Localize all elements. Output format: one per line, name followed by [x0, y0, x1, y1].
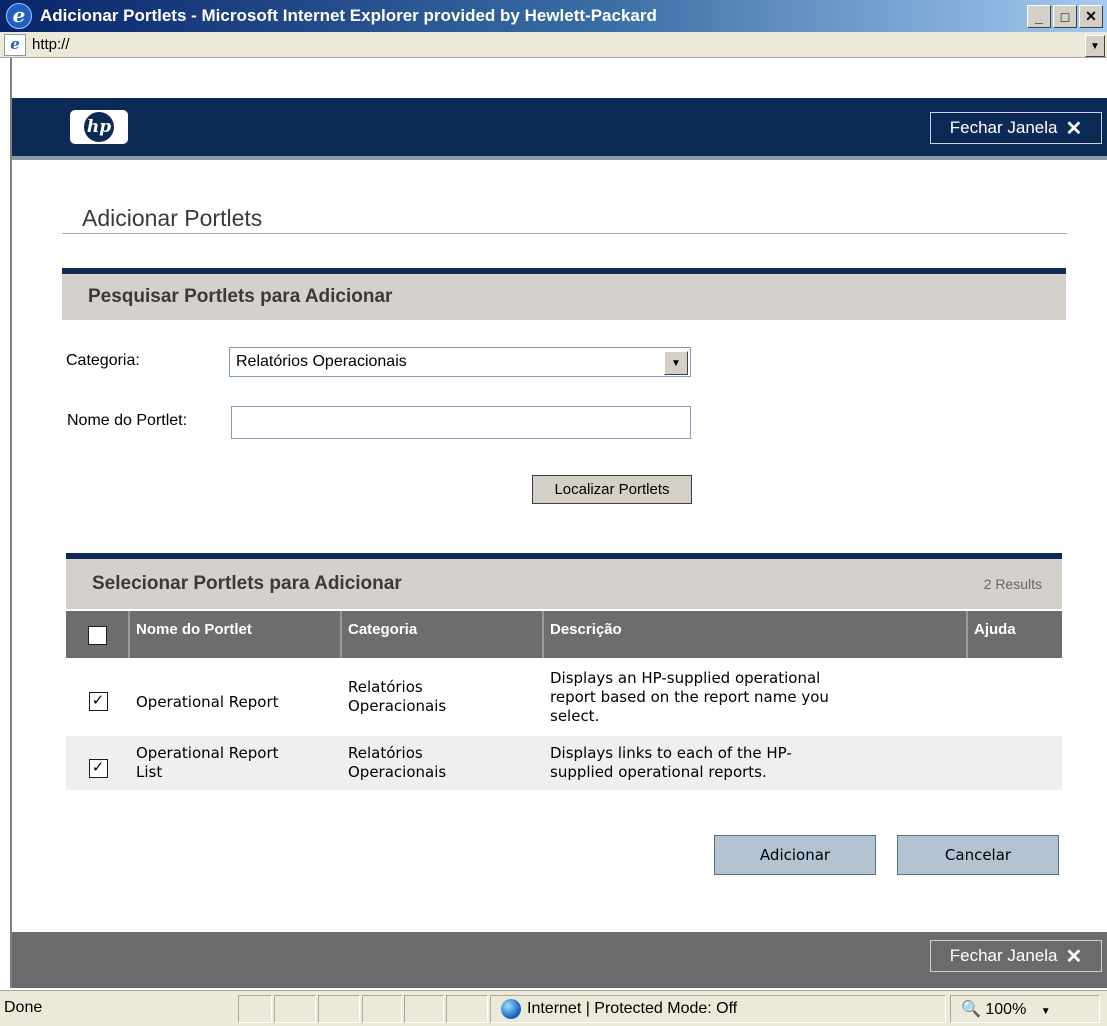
page-icon: e [4, 33, 26, 56]
category-select-value: Relatórios Operacionais [236, 353, 407, 370]
close-window-label: Fechar Janela [949, 946, 1058, 965]
window-controls: _ □ ✕ [1027, 5, 1103, 28]
security-zone-text: Internet | Protected Mode: Off [527, 1000, 738, 1018]
portlet-name-line: Operational Report [136, 744, 279, 762]
row-select-cell: ✓ [66, 736, 130, 790]
column-header-category[interactable]: Categoria [342, 611, 544, 658]
select-all-header [66, 611, 130, 658]
portlet-name: Operational Report [136, 692, 279, 711]
column-header-help[interactable]: Ajuda [968, 611, 1062, 658]
find-portlets-button[interactable]: Localizar Portlets [532, 475, 692, 504]
zoom-icon: 🔍 [961, 1001, 981, 1018]
status-text: Done [4, 999, 43, 1016]
help-cell [968, 662, 1062, 732]
search-section-header: Pesquisar Portlets para Adicionar [62, 268, 1066, 320]
column-header-name[interactable]: Nome do Portlet [130, 611, 342, 658]
security-zone-panel[interactable]: Internet | Protected Mode: Off [490, 995, 946, 1023]
close-icon: ✕ [1065, 117, 1083, 140]
row-select-cell: ✓ [66, 662, 130, 732]
portlet-name-cell: Operational Report [130, 662, 342, 732]
table-row[interactable]: ✓ Operational Report List Relatórios Ope… [66, 736, 1062, 790]
description-cell: Displays links to each of the HP- suppli… [544, 736, 968, 790]
close-icon: ✕ [1065, 945, 1083, 968]
ie-icon: e [6, 3, 32, 29]
window-titlebar[interactable]: e Adicionar Portlets - Microsoft Interne… [0, 0, 1107, 32]
portlet-name-cell: Operational Report List [130, 736, 342, 790]
row-checkbox[interactable]: ✓ [88, 691, 108, 711]
hp-logo-mark: hp [84, 112, 114, 142]
status-panel [446, 995, 488, 1023]
category-line: Operacionais [348, 697, 447, 715]
description-line: Displays an HP-supplied operational [550, 668, 821, 687]
category-line: Operacionais [348, 763, 447, 781]
chevron-down-icon[interactable]: ▼ [664, 351, 688, 375]
status-panel [318, 995, 360, 1023]
description-cell: Displays an HP-supplied operational repo… [544, 662, 968, 732]
category-line: Relatórios [348, 678, 423, 696]
category-select[interactable]: Relatórios Operacionais ▼ [229, 347, 691, 377]
close-window-button-bottom[interactable]: Fechar Janela ✕ [930, 940, 1102, 972]
help-cell [968, 736, 1062, 790]
status-panel [238, 995, 272, 1023]
row-checkbox[interactable]: ✓ [88, 758, 108, 778]
results-count: 2 Results [983, 576, 1042, 592]
portlet-name-label: Nome do Portlet: [67, 412, 188, 429]
results-table-header: Nome do Portlet Categoria Descrição Ajud… [66, 611, 1062, 658]
status-panel [274, 995, 316, 1023]
hp-logo: hp [70, 110, 128, 144]
portlet-name-line: List [136, 763, 163, 781]
results-section-title: Selecionar Portlets para Adicionar [92, 573, 402, 594]
status-panel [362, 995, 402, 1023]
title-divider [62, 233, 1067, 234]
description-line: supplied operational reports. [550, 763, 767, 781]
status-bar: Done Internet | Protected Mode: Off 🔍 10… [0, 990, 1107, 1026]
address-text[interactable]: http:// [32, 36, 70, 53]
status-panel [404, 995, 444, 1023]
table-row[interactable]: ✓ Operational Report Relatórios Operacio… [66, 662, 1062, 732]
column-header-description[interactable]: Descrição [544, 611, 968, 658]
chevron-down-icon[interactable]: ▼ [1041, 1006, 1051, 1017]
description-line: report based on the report name you [550, 687, 829, 706]
category-line: Relatórios [348, 744, 423, 762]
chevron-down-icon[interactable]: ▼ [1085, 35, 1105, 57]
zoom-level: 100% [985, 1001, 1027, 1018]
description-line: Displays links to each of the HP- [550, 744, 792, 762]
zoom-panel[interactable]: 🔍 100% ▼ [950, 995, 1100, 1023]
maximize-icon[interactable]: □ [1053, 5, 1077, 28]
close-icon[interactable]: ✕ [1079, 5, 1103, 28]
search-section-title: Pesquisar Portlets para Adicionar [88, 286, 393, 307]
minimize-icon[interactable]: _ [1027, 5, 1051, 28]
add-button[interactable]: Adicionar [714, 835, 876, 875]
portlet-name-input[interactable] [231, 406, 691, 439]
window-title: Adicionar Portlets - Microsoft Internet … [40, 6, 657, 25]
category-cell: Relatórios Operacionais [342, 662, 544, 732]
results-section-header: Selecionar Portlets para Adicionar 2 Res… [66, 553, 1062, 609]
page-title: Adicionar Portlets [82, 205, 263, 231]
category-cell: Relatórios Operacionais [342, 736, 544, 790]
cancel-button[interactable]: Cancelar [897, 835, 1059, 875]
select-all-checkbox[interactable] [87, 626, 107, 645]
category-label: Categoria: [66, 352, 140, 369]
description-line: select. [550, 706, 600, 725]
globe-icon [501, 999, 521, 1019]
close-window-label: Fechar Janela [949, 118, 1058, 137]
close-window-button-top[interactable]: Fechar Janela ✕ [930, 112, 1102, 144]
address-bar[interactable]: e http:// ▼ [0, 32, 1107, 58]
